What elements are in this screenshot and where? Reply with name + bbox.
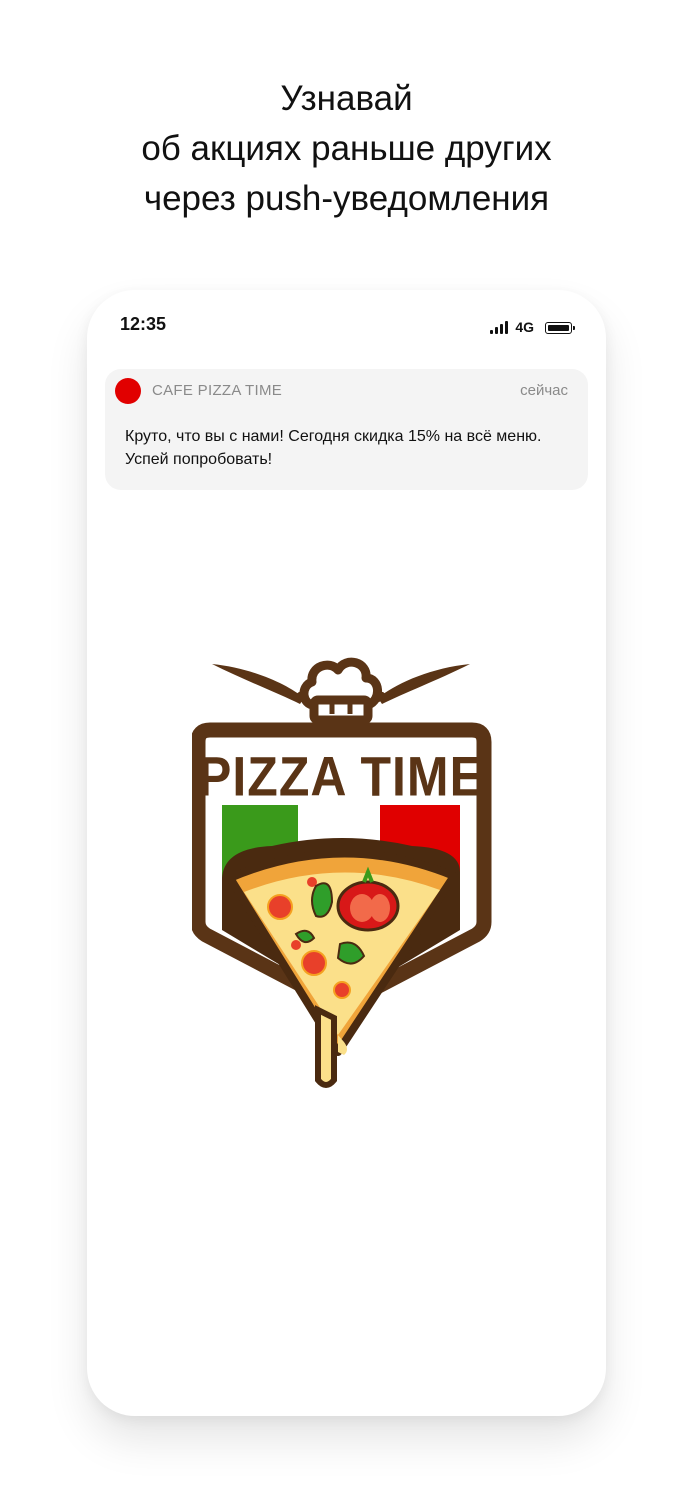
app-icon bbox=[115, 378, 141, 404]
status-time: 12:35 bbox=[120, 314, 167, 334]
promo-headline: Узнавай об акциях раньше других через pu… bbox=[0, 74, 693, 224]
logo-title: PIZZA TIME bbox=[198, 746, 484, 808]
headline-line-1: Узнавай bbox=[280, 79, 413, 118]
notification-app-name: CAFE PIZZA TIME bbox=[152, 382, 283, 399]
knife-left-icon bbox=[212, 664, 312, 705]
headline-line-2: об акциях раньше других bbox=[141, 129, 552, 168]
network-label: 4G bbox=[515, 319, 534, 335]
chef-hat-icon bbox=[299, 657, 382, 725]
push-notification[interactable]: CAFE PIZZA TIME сейчас Круто, что вы с н… bbox=[105, 369, 588, 490]
pizza-time-logo: PIZZA TIME bbox=[192, 657, 492, 1088]
battery-icon bbox=[545, 322, 575, 334]
knife-right-icon bbox=[370, 664, 470, 705]
phone-mockup: 12:35 4G CAFE PIZZA TIME сейчас Круто, ч… bbox=[87, 290, 606, 1416]
signal-bars-icon bbox=[490, 320, 509, 334]
notification-time: сейчас bbox=[520, 382, 568, 399]
status-bar: 12:35 4G bbox=[87, 290, 606, 360]
status-indicators: 4G bbox=[490, 316, 575, 335]
headline-line-3: через push-уведомления bbox=[143, 179, 550, 218]
notification-message: Круто, что вы с нами! Сегодня скидка 15%… bbox=[125, 428, 542, 468]
